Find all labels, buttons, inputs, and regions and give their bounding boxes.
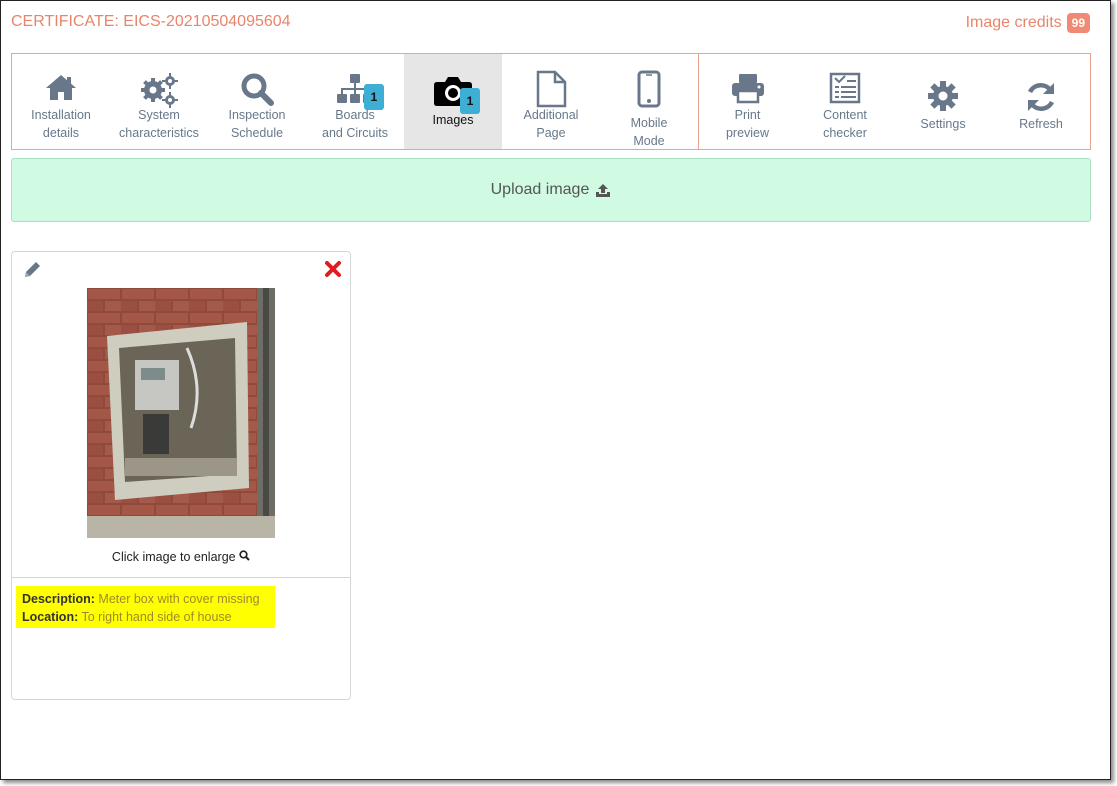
tool-label: Settings xyxy=(920,117,966,131)
file-icon xyxy=(536,70,567,108)
header: CERTIFICATE: EICS-20210504095604 Image c… xyxy=(11,11,1090,35)
tool-images[interactable]: 1 Images xyxy=(404,54,502,149)
tool-refresh[interactable]: Refresh xyxy=(992,54,1090,149)
image-credits-label: Image credits xyxy=(965,14,1062,31)
search-icon xyxy=(241,73,274,106)
tool-content-checker[interactable]: Content checker xyxy=(796,54,894,149)
certificate-title: CERTIFICATE: EICS-20210504095604 xyxy=(11,13,291,30)
delete-x-icon[interactable] xyxy=(324,260,342,283)
tool-label: and Circuits xyxy=(322,126,388,140)
tool-installation-details[interactable]: Installation details xyxy=(12,54,110,149)
tool-print-preview[interactable]: Print preview xyxy=(698,54,796,149)
gear-icon xyxy=(928,81,958,111)
tool-system-characteristics[interactable]: System characteristics xyxy=(110,54,208,149)
tool-label: Boards xyxy=(335,108,375,122)
tool-label: Inspection xyxy=(228,108,286,122)
description-value: Meter box with cover missing xyxy=(98,592,260,606)
tool-label: checker xyxy=(823,126,867,140)
tool-label: Mode xyxy=(633,134,665,148)
tool-label: System xyxy=(138,108,180,122)
tool-label: Page xyxy=(536,126,566,140)
upload-icon xyxy=(596,183,611,197)
image-details: Description: Meter box with cover missin… xyxy=(16,586,275,628)
gears-icon xyxy=(141,73,178,108)
tool-label: Mobile xyxy=(630,116,668,130)
tool-label: preview xyxy=(725,126,770,140)
enlarge-hint-text: Click image to enlarge xyxy=(111,550,236,564)
tool-label: Images xyxy=(432,113,474,127)
tool-label: Print xyxy=(734,108,761,122)
edit-pencil-icon[interactable] xyxy=(22,260,42,285)
tool-label: Content xyxy=(823,108,867,122)
tool-mobile-mode[interactable]: Mobile Mode xyxy=(600,54,698,149)
toolbar: Installation details System characteristic… xyxy=(11,53,1091,150)
print-icon xyxy=(731,74,764,104)
tool-label: details xyxy=(42,126,80,140)
image-credits-badge: 99 xyxy=(1066,13,1090,33)
house-icon xyxy=(46,75,76,100)
tool-settings[interactable]: Settings xyxy=(894,54,992,149)
tool-label: Installation xyxy=(31,108,91,122)
description-label: Description: xyxy=(22,592,95,606)
mobile-icon xyxy=(637,70,661,108)
tool-inspection-schedule[interactable]: Inspection Schedule xyxy=(208,54,306,149)
app-window: CERTIFICATE: EICS-20210504095604 Image c… xyxy=(0,0,1111,780)
magnify-icon xyxy=(239,550,250,561)
enlarge-hint: Click image to enlarge xyxy=(12,550,350,564)
meter-box-photo[interactable] xyxy=(87,288,275,538)
location-label: Location: xyxy=(22,610,79,624)
tool-label: Refresh xyxy=(1019,117,1063,131)
tool-additional-page[interactable]: Additional Page xyxy=(502,54,600,149)
checklist-icon xyxy=(829,72,861,104)
refresh-icon xyxy=(1027,83,1055,111)
tool-label: Schedule xyxy=(230,126,284,140)
location-value: To right hand side of house xyxy=(81,610,232,624)
card-divider xyxy=(12,577,350,578)
tool-boards-and-circuits[interactable]: 1 Boards and Circuits xyxy=(306,54,404,149)
image-card: Click image to enlarge Description: Mete… xyxy=(11,251,351,700)
upload-image-button[interactable]: Upload image xyxy=(11,158,1091,222)
tool-label: Additional xyxy=(523,108,579,122)
tool-label: characteristics xyxy=(119,126,199,140)
upload-image-label: Upload image xyxy=(490,181,590,198)
image-credits[interactable]: Image credits 99 xyxy=(966,13,1090,33)
